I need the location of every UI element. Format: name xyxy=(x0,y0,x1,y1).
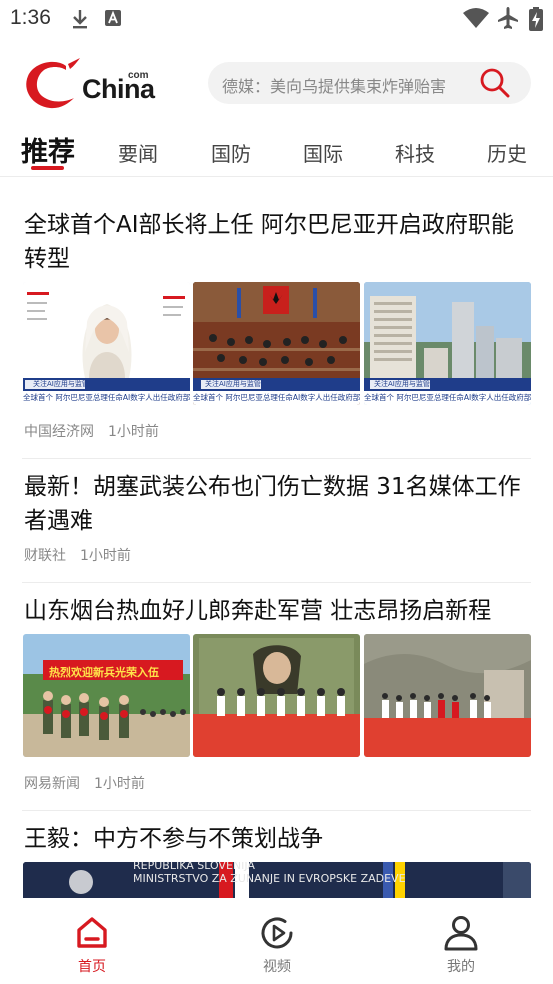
tab-recommend[interactable]: 推荐 xyxy=(21,130,75,169)
article-meta: 网易新闻 1小时前 xyxy=(24,773,145,793)
nav-video-label: 视频 xyxy=(263,959,291,975)
article-image[interactable] xyxy=(193,634,360,757)
divider xyxy=(22,810,531,811)
article-time: 1小时前 xyxy=(108,424,159,440)
tab-international[interactable]: 国际 xyxy=(303,138,343,167)
article-image[interactable]: 关注AI应用与监管 全球首个 阿尔巴尼亚总理任命AI数字人出任政府部长 xyxy=(23,282,190,405)
image-caption-tag: 关注AI应用与监管 xyxy=(374,380,430,388)
article-time: 1小时前 xyxy=(80,548,131,564)
recruits-parade-image xyxy=(23,634,190,757)
app-header: China com 德媒：美向乌提供集束炸弹贻害 xyxy=(0,52,553,112)
article-title[interactable]: 全球首个AI部长将上任 阿尔巴尼亚开启政府职能转型 xyxy=(24,208,532,276)
logo-com-text: com xyxy=(128,70,149,81)
nav-video[interactable]: 视频 xyxy=(237,914,317,976)
nav-profile[interactable]: 我的 xyxy=(421,914,501,976)
video-play-icon xyxy=(261,917,293,949)
search-icon[interactable] xyxy=(478,67,512,99)
article-title[interactable]: 山东烟台热血好儿郎奔赴军营 壮志昂扬启新程 xyxy=(24,594,532,628)
download-icon xyxy=(73,10,87,29)
divider xyxy=(22,458,531,459)
china-com-logo[interactable]: China com xyxy=(22,56,162,112)
article-meta: 中国经济网 1小时前 xyxy=(24,421,159,441)
nav-profile-label: 我的 xyxy=(447,959,475,975)
article-image[interactable]: 热烈欢迎新兵光荣入伍 xyxy=(23,634,190,757)
tab-headlines[interactable]: 要闻 xyxy=(118,138,158,167)
image-caption-tag: 关注AI应用与监管 xyxy=(205,380,261,388)
article-image[interactable]: REPUBLIKA SLOVENIJA MINISTRSTVO ZA ZUNAN… xyxy=(23,862,531,898)
tab-history[interactable]: 历史 xyxy=(487,138,527,167)
article-source: 中国经济网 xyxy=(24,424,94,440)
article-image[interactable]: 关注AI应用与监管 全球首个 阿尔巴尼亚总理任命AI数字人出任政府部长 xyxy=(364,282,531,405)
status-bar: 1:36 xyxy=(0,0,553,40)
image-caption-tag: 关注AI应用与监管 xyxy=(33,380,89,388)
image-caption: 全球首个 阿尔巴尼亚总理任命AI数字人出任政府部长 xyxy=(364,393,531,402)
bottom-navigation: 首页 视频 我的 xyxy=(0,898,553,984)
wifi-icon xyxy=(463,8,489,28)
article-time: 1小时前 xyxy=(94,776,145,792)
article-title[interactable]: 最新！胡塞武装公布也门伤亡数据 31名媒体工作者遇难 xyxy=(24,470,532,538)
stage-performance-image xyxy=(193,634,360,757)
airplane-icon xyxy=(498,7,518,29)
banner-text: 热烈欢迎新兵光荣入伍 xyxy=(49,666,159,679)
divider xyxy=(0,176,553,177)
battery-charging-icon xyxy=(529,7,543,31)
sign-text-line2: MINISTRSTVO ZA ZUNANJE IN EVROPSKE ZADEV… xyxy=(133,872,406,885)
article-image[interactable] xyxy=(364,634,531,757)
text-a-icon xyxy=(105,10,121,26)
nav-home[interactable]: 首页 xyxy=(52,914,132,976)
article-meta: 财联社 1小时前 xyxy=(24,545,131,565)
article-source: 网易新闻 xyxy=(24,776,80,792)
search-bar[interactable]: 德媒：美向乌提供集束炸弹贻害 xyxy=(208,62,531,104)
article-source: 财联社 xyxy=(24,548,66,564)
children-performance-image xyxy=(364,634,531,757)
divider xyxy=(22,582,531,583)
tab-technology[interactable]: 科技 xyxy=(395,138,435,167)
tab-defense[interactable]: 国防 xyxy=(211,138,251,167)
article-image[interactable]: 关注AI应用与监管 全球首个 阿尔巴尼亚总理任命AI数字人出任政府部长 xyxy=(193,282,360,405)
image-caption: 全球首个 阿尔巴尼亚总理任命AI数字人出任政府部长 xyxy=(23,393,190,402)
image-caption: 全球首个 阿尔巴尼亚总理任命AI数字人出任政府部长 xyxy=(193,393,360,402)
article-title[interactable]: 王毅：中方不参与不策划战争 xyxy=(24,822,532,856)
user-icon xyxy=(444,916,478,951)
category-tabs: 推荐 要闻 国防 国际 科技 历史 xyxy=(0,128,553,174)
active-tab-indicator xyxy=(31,166,64,170)
nav-home-label: 首页 xyxy=(78,959,106,975)
sign-text-line1: REPUBLIKA SLOVENIJA xyxy=(133,862,255,872)
home-icon xyxy=(77,917,107,948)
logo-brush-c-icon xyxy=(26,58,80,109)
search-placeholder: 德媒：美向乌提供集束炸弹贻害 xyxy=(222,77,447,96)
status-time: 1:36 xyxy=(10,6,51,29)
